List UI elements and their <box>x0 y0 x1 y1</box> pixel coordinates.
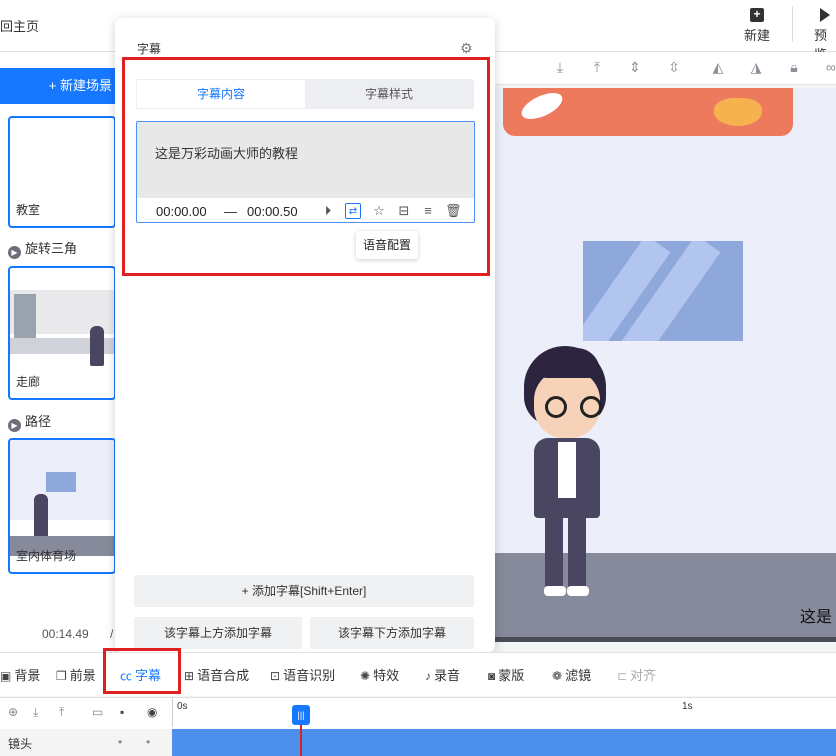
mask-icon: ◙ <box>488 669 496 683</box>
scene-label: 教室 <box>16 203 41 217</box>
add-above-button[interactable]: 该字幕上方添加字幕 <box>134 617 302 649</box>
character-figure <box>34 494 48 538</box>
align-bottom-icon[interactable]: ⤓ <box>553 60 567 74</box>
settings-icon[interactable]: ⚙ <box>460 40 473 57</box>
character-fringe <box>540 348 600 378</box>
character-figure <box>90 326 104 366</box>
panel-title: 字幕 <box>137 42 162 56</box>
time-value: 00:14.49 <box>42 627 89 641</box>
tool-label: 对齐 <box>630 668 657 683</box>
lane-dot-icon: • <box>146 735 151 749</box>
tool-label: 滤镜 <box>565 668 592 683</box>
tool-label: 蒙版 <box>498 668 525 683</box>
add-track-icon[interactable]: ⊕ <box>8 705 18 719</box>
tool-mask[interactable]: ◙ 蒙版 <box>488 665 524 684</box>
ruler-tick: 0s <box>177 701 188 712</box>
canvas-subtitle-preview: 这是 <box>800 609 833 626</box>
scene-card-classroom[interactable]: 教室 <box>8 116 116 228</box>
character-shoe <box>544 586 566 596</box>
play-icon: ▶ <box>8 419 21 432</box>
foreground-icon: ❐ <box>56 669 67 683</box>
transition-item[interactable]: ▶ 路径 <box>8 411 51 432</box>
tool-filter[interactable]: ❁ 滤镜 <box>552 665 591 684</box>
back-home-link[interactable]: 回主页 <box>0 16 39 35</box>
divider <box>792 6 793 42</box>
tool-align[interactable]: ⊏ 对齐 <box>617 665 656 684</box>
align-top-icon[interactable]: ⤒ <box>590 60 604 74</box>
align-icon: ⊏ <box>617 669 628 683</box>
tool-effects[interactable]: ✺ 特效 <box>360 665 399 684</box>
tool-label: 特效 <box>373 668 400 683</box>
transition-label: 路径 <box>25 414 52 429</box>
timeline-track[interactable] <box>172 729 836 756</box>
move-down-icon[interactable]: ⤓ <box>33 705 38 720</box>
scene-card-corridor[interactable]: 走廊 <box>8 266 116 400</box>
eye-icon[interactable]: ◉ <box>147 705 157 719</box>
tool-label: 背景 <box>14 668 41 683</box>
new-scene-button[interactable]: + 新建场景 <box>0 68 116 104</box>
playhead-handle[interactable]: ||| <box>292 705 310 725</box>
character-leg <box>568 512 586 588</box>
new-button-label: 新建 <box>744 28 771 43</box>
play-icon: ▶ <box>8 246 21 259</box>
tool-speech-synthesis[interactable]: ⊞ 语音合成 <box>184 665 249 684</box>
add-below-button[interactable]: 该字幕下方添加字幕 <box>310 617 474 649</box>
glasses-right <box>580 396 602 418</box>
character-shirt <box>558 442 576 498</box>
tool-label: 前景 <box>69 668 96 683</box>
tool-background[interactable]: ▣ 背景 <box>0 665 40 684</box>
tool-speech-recognition[interactable]: ⊡ 语音识别 <box>270 665 335 684</box>
play-icon <box>820 8 830 22</box>
transition-label: 旋转三角 <box>25 241 78 256</box>
plus-icon: + <box>750 8 764 22</box>
new-button[interactable]: + 新建 <box>744 8 770 44</box>
ruler-tick: 1s <box>682 701 693 712</box>
flip-horizontal-icon[interactable]: ◭ <box>711 60 725 74</box>
total-time: 00:14.49 <box>42 627 89 641</box>
tool-record[interactable]: ♪ 录音 <box>425 665 460 684</box>
microphone-icon: ♪ <box>425 669 431 683</box>
highlight-box <box>103 648 181 694</box>
canvas-edge <box>495 637 836 642</box>
timeline-ruler[interactable] <box>172 697 836 727</box>
tool-label: 录音 <box>434 668 461 683</box>
delete-icon[interactable]: ▭ <box>92 705 103 719</box>
tool-foreground[interactable]: ❐ 前景 <box>56 665 96 684</box>
window-shape <box>583 241 743 341</box>
speech-synthesis-icon: ⊞ <box>184 669 195 683</box>
scene-label: 室内体育场 <box>16 549 77 563</box>
speech-recognition-icon: ⊡ <box>270 669 281 683</box>
align-toolbar <box>495 52 836 85</box>
time-separator: / <box>110 627 114 641</box>
flip-vertical-icon[interactable]: ◮ <box>749 60 763 74</box>
lane-dot-icon: • <box>118 735 123 749</box>
align-middle-icon[interactable]: ⇕ <box>628 60 642 74</box>
character-shoe <box>567 586 589 596</box>
effects-icon: ✺ <box>360 669 371 683</box>
move-up-icon[interactable]: ⤒ <box>59 705 64 720</box>
distribute-icon[interactable]: ⇳ <box>667 60 681 74</box>
scene-label: 走廊 <box>16 375 41 389</box>
add-subtitle-button[interactable]: + 添加字幕[Shift+Enter] <box>134 575 474 607</box>
transition-item[interactable]: ▶ 旋转三角 <box>8 238 77 259</box>
lane-label: 镜头 <box>8 737 33 751</box>
filter-icon: ❁ <box>552 669 563 683</box>
decor-shape <box>714 98 762 126</box>
glasses-left <box>545 396 567 418</box>
lock-icon[interactable]: ▪ <box>120 705 124 719</box>
tool-label: 语音合成 <box>197 668 250 683</box>
background-icon: ▣ <box>0 669 12 683</box>
highlight-box <box>122 57 490 276</box>
tool-label: 语音识别 <box>283 668 336 683</box>
lock-icon[interactable]: 🔒︎ <box>787 60 801 74</box>
scene-card-gym[interactable]: 室内体育场 <box>8 438 116 574</box>
link-icon[interactable]: ∞ <box>824 60 836 74</box>
window-shape <box>46 472 76 492</box>
character-leg <box>545 512 563 588</box>
